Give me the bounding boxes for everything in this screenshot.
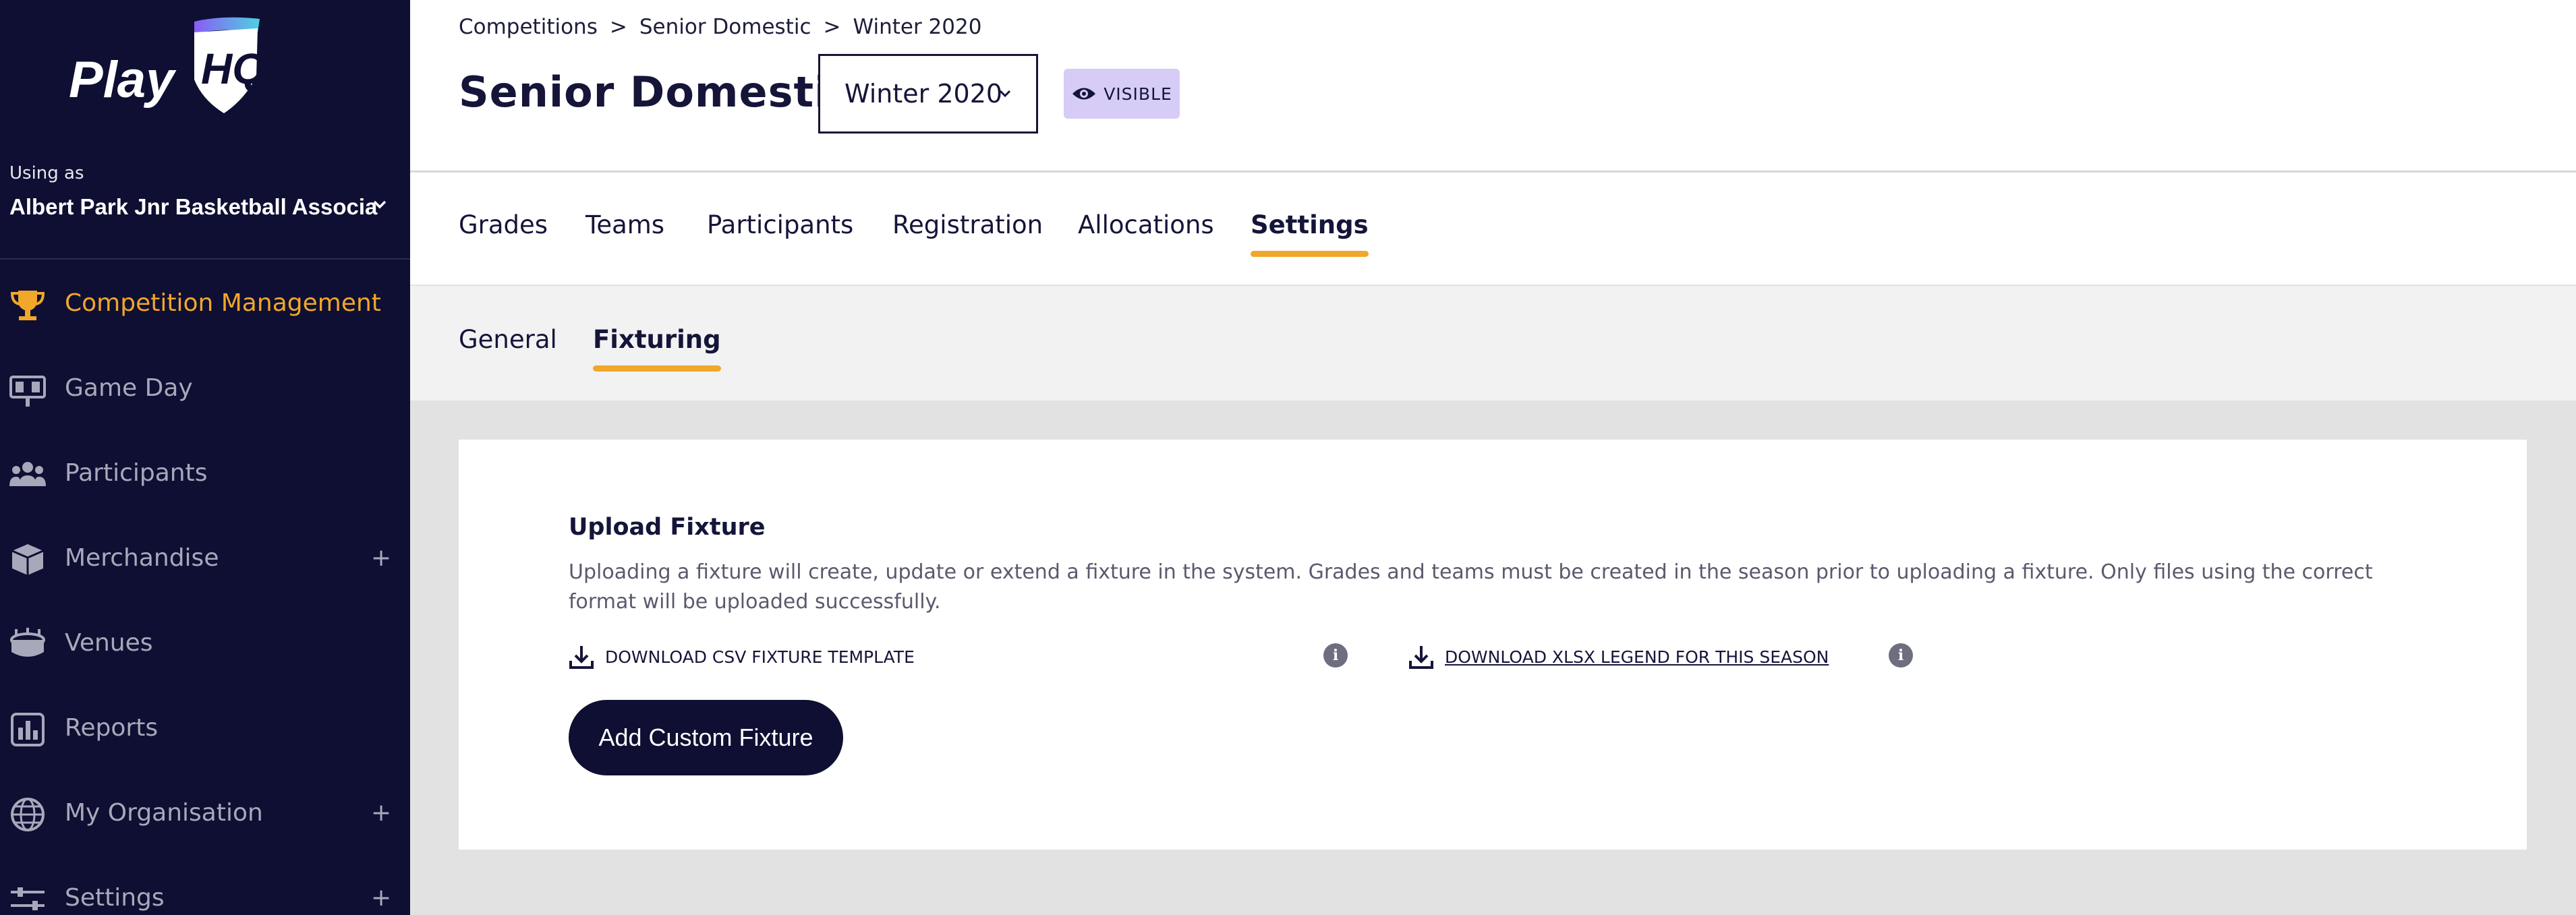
sidebar-item-competition-management[interactable]: Competition Management xyxy=(0,260,410,345)
download-icon xyxy=(1409,646,1433,669)
expand-plus-icon[interactable]: + xyxy=(371,799,391,827)
sidebar-item-label: Merchandise xyxy=(65,544,219,572)
info-icon[interactable]: i xyxy=(1889,643,1913,668)
tab-general[interactable]: General xyxy=(459,325,557,354)
expand-plus-icon[interactable]: + xyxy=(371,884,391,912)
download-csv-template-label: DOWNLOAD CSV FIXTURE TEMPLATE xyxy=(605,647,915,667)
info-icon[interactable]: i xyxy=(1323,643,1348,668)
tab-fixturing[interactable]: Fixturing xyxy=(593,325,721,372)
sidebar-item-participants[interactable]: Participants xyxy=(0,430,410,514)
sidebar-item-reports[interactable]: Reports xyxy=(0,684,410,769)
globe-icon xyxy=(11,798,45,831)
add-custom-fixture-button[interactable]: Add Custom Fixture xyxy=(569,700,843,775)
sidebar-item-label: Settings xyxy=(65,884,165,912)
tab-allocations[interactable]: Allocations xyxy=(1078,210,1214,239)
season-select[interactable]: Winter 2020 xyxy=(818,54,1038,134)
sidebar-item-label: Reports xyxy=(65,714,159,742)
sidebar-item-venues[interactable]: Venues xyxy=(0,599,410,684)
tab-settings[interactable]: Settings xyxy=(1251,210,1369,257)
organisation-switcher[interactable]: Using as Albert Park Jnr Basketball Asso… xyxy=(0,148,410,260)
sidebar-item-my-organisation[interactable]: My Organisation + xyxy=(0,769,410,854)
logo-text: Play xyxy=(69,51,177,109)
download-xlsx-legend-link[interactable]: DOWNLOAD XLSX LEGEND FOR THIS SEASON xyxy=(1408,643,1829,670)
page-title: Senior Domestic xyxy=(459,67,855,117)
upload-fixture-card: Upload Fixture Uploading a fixture will … xyxy=(459,440,2527,850)
sidebar-item-label: My Organisation xyxy=(65,799,263,827)
org-name: Albert Park Jnr Basketball Associa xyxy=(9,194,378,219)
sliders-icon xyxy=(11,887,45,910)
chevron-down-icon[interactable] xyxy=(370,194,390,214)
expand-plus-icon[interactable]: + xyxy=(371,544,391,572)
tab-participants[interactable]: Participants xyxy=(707,210,853,239)
org-using-label: Using as xyxy=(9,163,84,183)
sidebar-item-settings[interactable]: Settings + xyxy=(0,854,410,915)
upload-fixture-description: Uploading a fixture will create, update … xyxy=(569,560,2373,614)
secondary-tabs: General Fixturing xyxy=(410,286,2576,401)
chevron-down-icon xyxy=(999,90,1011,98)
sidebar-item-label: Venues xyxy=(65,629,153,657)
breadcrumb-senior-domestic[interactable]: Senior Domestic xyxy=(639,15,811,39)
page-header: Competitions > Senior Domestic > Winter 2020… xyxy=(410,0,2576,172)
trophy-icon xyxy=(10,291,45,320)
breadcrumb: Competitions > Senior Domestic > Winter 2020 xyxy=(459,15,981,39)
breadcrumb-winter-2020: Winter 2020 xyxy=(853,15,982,39)
upload-fixture-title: Upload Fixture xyxy=(569,514,766,541)
svg-text:HQ: HQ xyxy=(201,45,266,93)
primary-tabs: Grades Teams Participants Registration A… xyxy=(410,173,2576,286)
season-select-value: Winter 2020 xyxy=(845,79,1003,109)
people-icon xyxy=(9,462,46,486)
breadcrumb-competitions[interactable]: Competitions xyxy=(459,15,598,39)
sidebar-item-label: Competition Management xyxy=(65,289,381,317)
sidebar-item-merchandise[interactable]: Merchandise + xyxy=(0,514,410,599)
visibility-badge-label: VISIBLE xyxy=(1104,84,1172,104)
stadium-icon xyxy=(10,628,45,657)
visibility-badge: VISIBLE xyxy=(1064,69,1180,119)
tab-grades[interactable]: Grades xyxy=(459,210,548,239)
playhq-logo[interactable]: Play HQ xyxy=(67,12,297,120)
main-content: Competitions > Senior Domestic > Winter 2020… xyxy=(410,0,2576,915)
breadcrumb-separator: > xyxy=(609,15,627,39)
tab-registration[interactable]: Registration xyxy=(892,210,1043,239)
tab-teams[interactable]: Teams xyxy=(585,210,664,239)
sidebar-item-label: Game Day xyxy=(65,374,193,402)
breadcrumb-separator: > xyxy=(823,15,841,39)
sidebar-item-label: Participants xyxy=(65,459,208,487)
scoreboard-icon xyxy=(9,376,46,407)
download-csv-template-link[interactable]: DOWNLOAD CSV FIXTURE TEMPLATE xyxy=(569,643,915,670)
download-icon xyxy=(569,646,594,669)
download-xlsx-legend-label: DOWNLOAD XLSX LEGEND FOR THIS SEASON xyxy=(1445,647,1829,667)
report-chart-icon xyxy=(11,713,45,746)
box-icon xyxy=(11,544,44,575)
sidebar-item-game-day[interactable]: Game Day xyxy=(0,345,410,430)
eye-icon xyxy=(1072,88,1096,100)
sidebar: Play HQ Using as Albert Park Jnr Basketb… xyxy=(0,0,410,915)
